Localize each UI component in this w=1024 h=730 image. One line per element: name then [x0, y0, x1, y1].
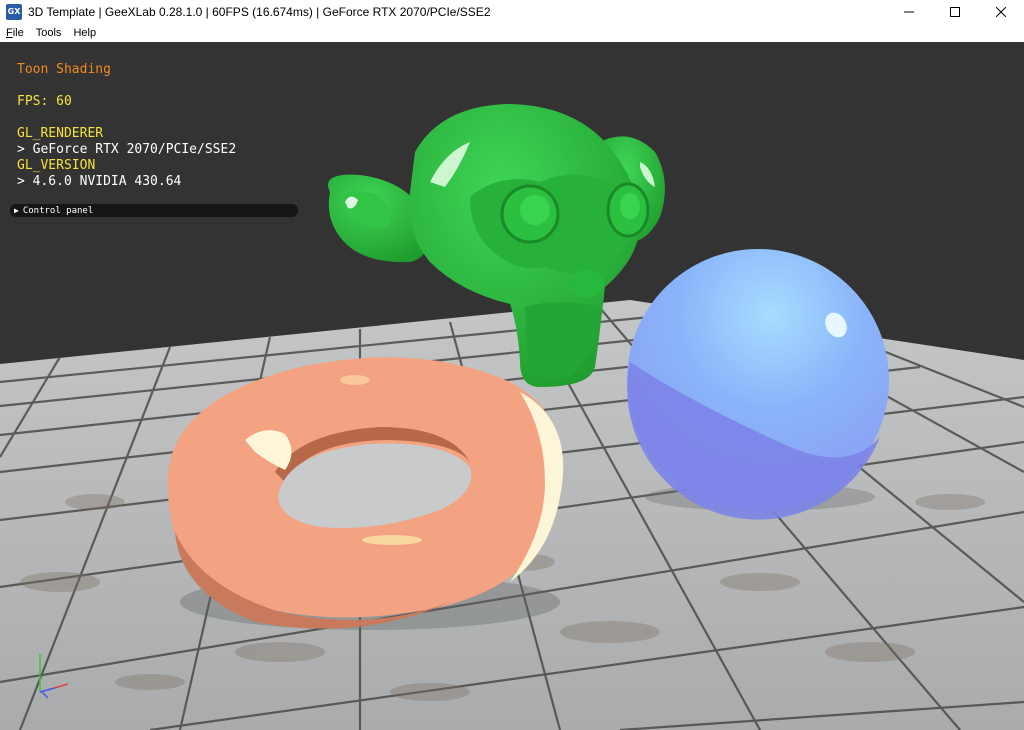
gl-renderer-value: > GeForce RTX 2070/PCIe/SSE2: [17, 142, 237, 157]
window-title: 3D Template | GeeXLab 0.28.1.0 | 60FPS (…: [28, 5, 491, 19]
gl-version-value: > 4.6.0 NVIDIA 430.64: [17, 174, 182, 189]
control-panel-header[interactable]: ▶ Control panel: [10, 204, 298, 217]
gl-renderer-label: GL_RENDERER: [17, 126, 104, 141]
gl-version-label: GL_VERSION: [17, 158, 96, 173]
menu-help-label: Help: [73, 27, 97, 39]
fps-readout: FPS: 60: [17, 94, 72, 109]
maximize-button[interactable]: [932, 0, 978, 24]
render-viewport[interactable]: Toon Shading FPS: 60 GL_RENDERER > GeFor…: [0, 42, 1024, 730]
control-panel-label: Control panel: [22, 205, 94, 216]
menu-file-label: ile: [12, 27, 24, 39]
close-button[interactable]: [978, 0, 1024, 24]
title-bar: GX 3D Template | GeeXLab 0.28.1.0 | 60FP…: [0, 0, 1024, 25]
window-controls: [886, 0, 1024, 24]
triangle-right-icon: ▶: [14, 206, 19, 215]
shader-title: Toon Shading: [17, 62, 111, 77]
menu-file[interactable]: File: [0, 24, 30, 42]
menu-bar: File Tools Help: [0, 24, 1024, 42]
sphere: [627, 249, 889, 520]
maximize-icon: [950, 7, 960, 17]
minimize-button[interactable]: [886, 0, 932, 24]
menu-tools[interactable]: Tools: [30, 24, 68, 42]
minimize-icon: [904, 11, 914, 13]
menu-help[interactable]: Help: [67, 24, 102, 42]
menu-file-mnemonic: F: [6, 27, 13, 39]
close-icon: [996, 7, 1006, 17]
menu-tools-label: Tools: [35, 27, 62, 39]
app-icon: GX: [6, 4, 22, 20]
